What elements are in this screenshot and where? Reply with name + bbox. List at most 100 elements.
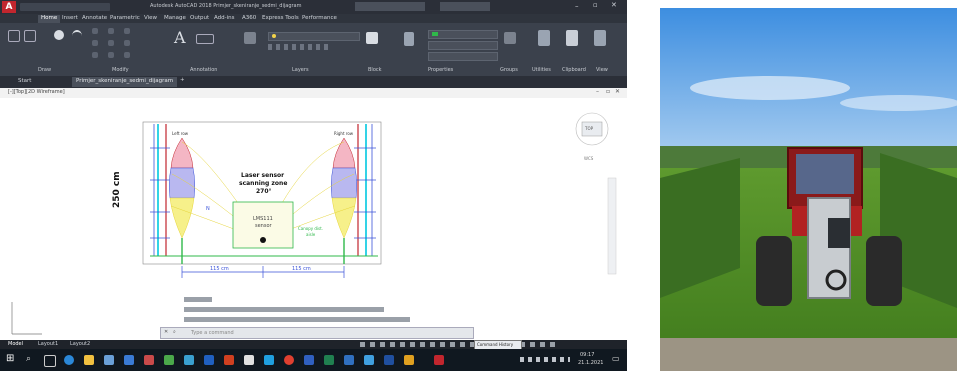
task-view-icon[interactable] [44, 355, 56, 367]
viewport-close-icon[interactable]: ✕ [615, 88, 620, 95]
start-icon[interactable]: ⊞ [6, 353, 14, 364]
panel-label-annotation[interactable]: Annotation [190, 67, 217, 73]
trim-icon[interactable] [124, 28, 130, 34]
edge-icon[interactable] [64, 355, 74, 365]
store-icon[interactable] [104, 355, 114, 365]
maximize-icon[interactable]: ▫ [593, 1, 598, 9]
command-search-icon[interactable]: ⌕ [173, 329, 176, 335]
layout-tab-2[interactable]: Layout2 [70, 341, 90, 349]
chrome-icon[interactable] [284, 355, 294, 365]
autocad-logo-icon[interactable]: A [2, 1, 16, 13]
sign-in-box[interactable] [440, 2, 490, 11]
ribbon: Home Insert Annotate Parametric View Man… [0, 14, 627, 76]
app-icon-13[interactable] [404, 355, 414, 365]
app-icon-4[interactable] [204, 355, 214, 365]
measure-icon[interactable] [538, 30, 550, 46]
sensor-mount [828, 218, 850, 248]
close-icon[interactable]: ✕ [611, 1, 617, 9]
panel-label-draw[interactable]: Draw [38, 67, 51, 73]
layer-tools-row[interactable] [268, 44, 328, 50]
file-explorer-icon[interactable] [84, 355, 94, 365]
app-icon-2[interactable] [164, 355, 174, 365]
quick-access-toolbar[interactable] [20, 3, 110, 11]
viewport-restore-icon[interactable]: ▫ [606, 88, 610, 95]
layer-dropdown[interactable] [268, 32, 360, 41]
move-icon[interactable] [92, 28, 98, 34]
layout-tab-1[interactable]: Layout1 [38, 341, 58, 349]
app-icon-1[interactable] [144, 355, 154, 365]
fillet-icon[interactable] [124, 40, 130, 46]
insert-block-icon[interactable] [366, 32, 378, 44]
app-icon-5[interactable] [224, 355, 234, 365]
app-icon-8[interactable] [304, 355, 314, 365]
clock-time[interactable]: 09:17 [580, 352, 594, 358]
navcube-face-label[interactable]: TOP [585, 126, 593, 131]
polyline-tool-icon[interactable] [24, 30, 36, 42]
panel-label-groups[interactable]: Groups [500, 67, 518, 73]
ribbon-tab-output[interactable]: Output [190, 15, 209, 23]
minimize-icon[interactable]: – [575, 2, 579, 10]
scale-icon[interactable] [108, 52, 114, 58]
mail-icon[interactable] [124, 355, 134, 365]
line-tool-icon[interactable] [8, 30, 20, 42]
panel-label-modify[interactable]: Modify [112, 67, 129, 73]
status-toggles[interactable] [360, 342, 560, 347]
match-properties-icon[interactable] [404, 32, 414, 46]
layout-tab-model[interactable]: Model [8, 341, 23, 349]
lineweight-dropdown[interactable] [428, 52, 498, 61]
group-icon[interactable] [504, 32, 516, 44]
color-dropdown[interactable] [428, 30, 498, 39]
linetype-dropdown[interactable] [428, 41, 498, 50]
ribbon-tab-home[interactable]: Home [38, 15, 61, 23]
circle-tool-icon[interactable] [54, 30, 64, 40]
file-tab-drawing[interactable]: Primjer_skeniranje_sedmi_dijagram [72, 77, 178, 87]
ribbon-tab-view[interactable]: View [144, 15, 157, 23]
viewport-label[interactable]: [-][Top][2D Wireframe] [8, 89, 65, 95]
ribbon-tab-a360[interactable]: A360 [242, 15, 256, 23]
panel-label-view[interactable]: View [596, 67, 608, 73]
copy-icon[interactable] [92, 40, 98, 46]
ribbon-tab-manage[interactable]: Manage [164, 15, 186, 23]
app-icon-6[interactable] [244, 355, 254, 365]
autocad-taskbar-icon[interactable] [434, 355, 444, 365]
command-close-icon[interactable]: ✕ [164, 329, 168, 335]
panel-label-block[interactable]: Block [368, 67, 382, 73]
ribbon-tab-express[interactable]: Express Tools [262, 15, 299, 23]
drawing-canvas[interactable]: 250 cm Left row Right row Laser sensor s… [0, 98, 627, 340]
file-tab-start[interactable]: Start [18, 78, 31, 86]
command-line[interactable]: ✕ ⌕ Type a command [160, 327, 474, 339]
search-box[interactable] [355, 2, 425, 11]
app-icon-7[interactable] [264, 355, 274, 365]
ribbon-tab-addins[interactable]: Add-ins [214, 15, 235, 23]
notification-icon[interactable]: ▭ [612, 354, 620, 363]
system-tray[interactable] [520, 357, 570, 362]
rotate-icon[interactable] [108, 28, 114, 34]
view-base-icon[interactable] [594, 30, 606, 46]
panel-label-clipboard[interactable]: Clipboard [562, 67, 586, 73]
panel-label-utilities[interactable]: Utilities [532, 67, 551, 73]
app-icon-10[interactable] [344, 355, 354, 365]
new-tab-icon[interactable]: + [180, 77, 185, 85]
layer-properties-icon[interactable] [244, 32, 256, 44]
ribbon-tab-insert[interactable]: Insert [62, 15, 78, 23]
app-icon-11[interactable] [364, 355, 374, 365]
text-tool-icon[interactable]: A [174, 28, 186, 47]
array-icon[interactable] [124, 52, 130, 58]
paste-icon[interactable] [566, 30, 578, 46]
panel-label-layers[interactable]: Layers [292, 67, 309, 73]
navcube-compass-label[interactable]: WCS [584, 156, 593, 161]
clock-date[interactable]: 21.1.2021 [578, 360, 603, 366]
stretch-icon[interactable] [92, 52, 98, 58]
app-icon-12[interactable] [384, 355, 394, 365]
ribbon-tab-parametric[interactable]: Parametric [110, 15, 140, 23]
arc-tool-icon[interactable] [72, 30, 82, 42]
dimension-icon[interactable] [196, 34, 214, 44]
panel-label-properties[interactable]: Properties [428, 67, 453, 73]
app-icon-3[interactable] [184, 355, 194, 365]
ribbon-tab-annotate[interactable]: Annotate [82, 15, 107, 23]
search-icon[interactable]: ⌕ [26, 354, 31, 364]
app-icon-9[interactable] [324, 355, 334, 365]
viewport-minimize-icon[interactable]: – [596, 88, 599, 95]
ribbon-tab-performance[interactable]: Performance [302, 15, 337, 23]
mirror-icon[interactable] [108, 40, 114, 46]
